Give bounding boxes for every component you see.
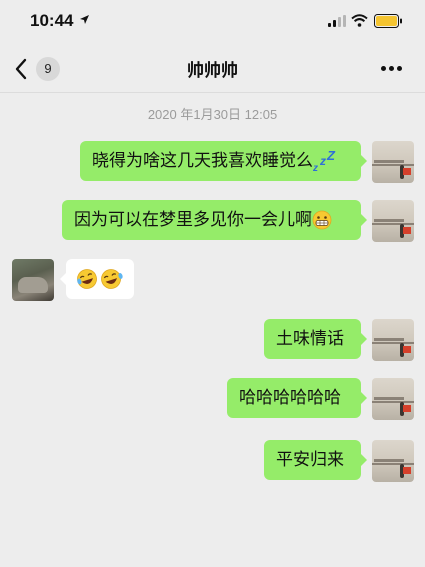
crying-laughing-face-icon	[77, 269, 123, 289]
my-avatar[interactable]	[372, 440, 414, 482]
status-bar: 10:44	[0, 0, 425, 44]
message-bubble-outgoing[interactable]: 因为可以在梦里多见你一会儿啊	[62, 200, 367, 240]
message-bubble-outgoing[interactable]: 平安归来	[264, 440, 367, 480]
zzz-sleep-icon: zz Z	[313, 150, 336, 172]
status-time: 10:44	[30, 11, 74, 30]
my-avatar[interactable]	[372, 141, 414, 183]
message-text: 土味情话	[276, 329, 344, 349]
cellular-signal-icon	[328, 15, 346, 27]
chat-nav-bar: 9 帅帅帅	[0, 44, 425, 93]
my-avatar[interactable]	[372, 319, 414, 361]
message-text: 因为可以在梦里多见你一会儿啊	[74, 210, 312, 230]
contact-avatar[interactable]	[12, 259, 54, 301]
wifi-icon	[351, 14, 368, 27]
message-text: 晓得为啥这几天我喜欢睡觉么	[92, 151, 313, 171]
message-text: 哈哈哈哈哈哈	[239, 388, 341, 408]
message-timestamp: 2020 年1月30日 12:05	[147, 107, 278, 122]
location-arrow-icon	[80, 15, 89, 24]
message-bubble-outgoing[interactable]: 哈哈哈哈哈哈	[227, 378, 367, 418]
message-bubble-outgoing[interactable]: 土味情话	[264, 319, 367, 359]
grin-face-icon	[312, 210, 332, 230]
svg-text:Z: Z	[326, 150, 336, 163]
more-options-button[interactable]	[381, 66, 403, 72]
svg-text:z: z	[319, 154, 326, 168]
message-bubble-outgoing[interactable]: 晓得为啥这几天我喜欢睡觉么 z z Z	[80, 141, 367, 181]
my-avatar[interactable]	[372, 378, 414, 420]
svg-text:z: z	[313, 163, 318, 172]
chat-title: 帅帅帅	[187, 61, 238, 81]
battery-icon	[374, 14, 402, 28]
my-avatar[interactable]	[372, 200, 414, 242]
message-bubble-incoming[interactable]	[60, 259, 134, 299]
message-text: 平安归来	[276, 450, 344, 470]
